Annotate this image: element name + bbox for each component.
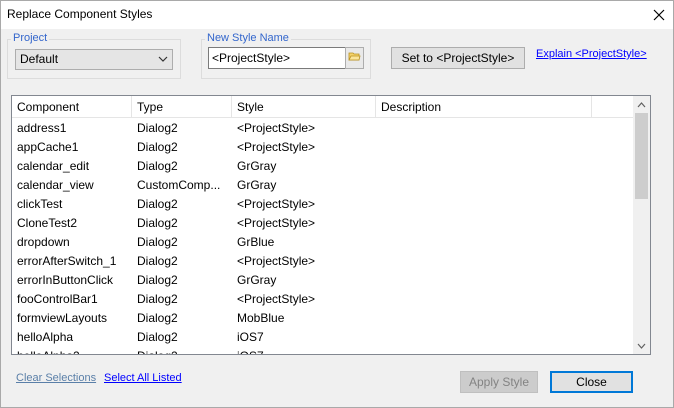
new-style-label: New Style Name <box>205 32 291 44</box>
cell-component: clickTest <box>17 197 63 211</box>
table-row[interactable]: appCache1 Dialog2 <ProjectStyle> <box>12 138 635 157</box>
cell-description <box>376 233 592 252</box>
browse-folder-button[interactable] <box>345 47 364 69</box>
cell-style: GrGray <box>237 159 277 173</box>
cell-component: calendar_view <box>17 178 94 192</box>
cell-component: calendar_edit <box>17 159 90 173</box>
table-row[interactable]: address1 Dialog2 <ProjectStyle> <box>12 119 635 138</box>
table-row[interactable]: errorAfterSwitch_1 Dialog2 <ProjectStyle> <box>12 252 635 271</box>
project-label: Project <box>11 32 50 44</box>
cell-type: Dialog2 <box>137 197 178 211</box>
cell-type: Dialog2 <box>137 235 178 249</box>
cell-type: Dialog2 <box>137 140 178 154</box>
close-button[interactable]: Close <box>550 371 633 393</box>
cell-description <box>376 290 592 309</box>
cell-style: GrGray <box>237 273 277 287</box>
close-icon[interactable] <box>645 1 673 29</box>
cell-component: address1 <box>17 121 67 135</box>
cell-style: MobBlue <box>237 311 285 325</box>
folder-icon <box>348 51 361 65</box>
cell-style: GrBlue <box>237 235 275 249</box>
cell-type: Dialog2 <box>137 254 178 268</box>
table-row[interactable]: dropdown Dialog2 GrBlue <box>12 233 635 252</box>
project-dropdown[interactable]: Default <box>15 49 173 70</box>
cell-description <box>376 309 592 328</box>
table-row[interactable]: CloneTest2 Dialog2 <ProjectStyle> <box>12 214 635 233</box>
cell-component: helloAlpha <box>17 330 74 344</box>
cell-component: appCache1 <box>17 140 79 154</box>
title-bar[interactable]: Replace Component Styles <box>1 1 673 29</box>
cell-description <box>376 328 592 347</box>
table-row[interactable]: fooControlBar1 Dialog2 <ProjectStyle> <box>12 290 635 309</box>
column-header-description[interactable]: Description <box>376 96 592 118</box>
cell-style: <ProjectStyle> <box>237 197 316 211</box>
dialog-window: Replace Component Styles Project Default… <box>0 0 674 408</box>
cell-style: <ProjectStyle> <box>237 216 316 230</box>
cell-style: iOS7 <box>232 347 376 354</box>
cell-component: dropdown <box>17 235 70 249</box>
table-row[interactable]: calendar_view CustomComp... GrGray <box>12 176 635 195</box>
column-header-type[interactable]: Type <box>132 96 232 118</box>
cell-type: Dialog2 <box>137 216 178 230</box>
select-all-listed-link[interactable]: Select All Listed <box>104 372 182 384</box>
cell-style: <ProjectStyle> <box>237 140 316 154</box>
window-title: Replace Component Styles <box>7 7 153 21</box>
table-row[interactable]: helloAlpha Dialog2 iOS7 <box>12 328 635 347</box>
cell-style: iOS7 <box>237 330 264 344</box>
table-row[interactable]: formviewLayouts Dialog2 MobBlue <box>12 309 635 328</box>
scroll-up-arrow-icon[interactable] <box>633 96 650 113</box>
table-row[interactable]: clickTest Dialog2 <ProjectStyle> <box>12 195 635 214</box>
cell-description <box>376 157 592 176</box>
cell-description <box>376 252 592 271</box>
cell-style: <ProjectStyle> <box>237 254 316 268</box>
list-rows: address1 Dialog2 <ProjectStyle> appCache1 Di… <box>12 119 635 354</box>
cell-type: Dialog2 <box>137 292 178 306</box>
cell-type: Dialog2 <box>137 330 178 344</box>
column-header-style[interactable]: Style <box>232 96 376 118</box>
clear-selections-link[interactable]: Clear Selections <box>16 372 96 384</box>
cell-component: formviewLayouts <box>17 311 108 325</box>
new-style-input[interactable]: <ProjectStyle> <box>208 47 346 69</box>
scroll-down-arrow-icon[interactable] <box>633 337 650 354</box>
column-header-component[interactable]: Component <box>12 96 132 118</box>
set-to-project-style-button[interactable]: Set to <ProjectStyle> <box>391 47 525 69</box>
cell-type: Dialog2 <box>137 159 178 173</box>
cell-type: Dialog2 <box>137 273 178 287</box>
apply-style-button[interactable]: Apply Style <box>460 371 538 393</box>
component-list[interactable]: Component Type Style Description address… <box>11 95 651 355</box>
cell-description <box>376 195 592 214</box>
table-row[interactable]: helloAlpha2Dialog2iOS7 <box>12 347 635 354</box>
cell-type: CustomComp... <box>137 178 221 192</box>
cell-description <box>376 347 592 354</box>
cell-component: errorAfterSwitch_1 <box>17 254 117 268</box>
cell-type: Dialog2 <box>137 311 178 325</box>
scrollbar-thumb[interactable] <box>635 113 648 199</box>
project-selected-value: Default <box>20 52 59 66</box>
cell-component: errorInButtonClick <box>17 273 114 287</box>
cell-component: CloneTest2 <box>17 216 78 230</box>
cell-component: helloAlpha2 <box>12 347 132 354</box>
table-row[interactable]: calendar_edit Dialog2 GrGray <box>12 157 635 176</box>
cell-style: <ProjectStyle> <box>237 292 316 306</box>
cell-style: <ProjectStyle> <box>237 121 316 135</box>
list-header: Component Type Style Description <box>12 96 635 118</box>
table-row[interactable]: errorInButtonClick Dialog2 GrGray <box>12 271 635 290</box>
vertical-scrollbar[interactable] <box>633 96 650 354</box>
cell-description <box>376 214 592 233</box>
cell-type: Dialog2 <box>132 347 232 354</box>
cell-description <box>376 271 592 290</box>
cell-description <box>376 119 592 138</box>
cell-description <box>376 176 592 195</box>
cell-type: Dialog2 <box>137 121 178 135</box>
cell-component: fooControlBar1 <box>17 292 98 306</box>
chevron-down-icon <box>158 50 168 76</box>
cell-style: GrGray <box>237 178 277 192</box>
cell-description <box>376 138 592 157</box>
explain-project-style-link[interactable]: Explain <ProjectStyle> <box>536 48 647 60</box>
